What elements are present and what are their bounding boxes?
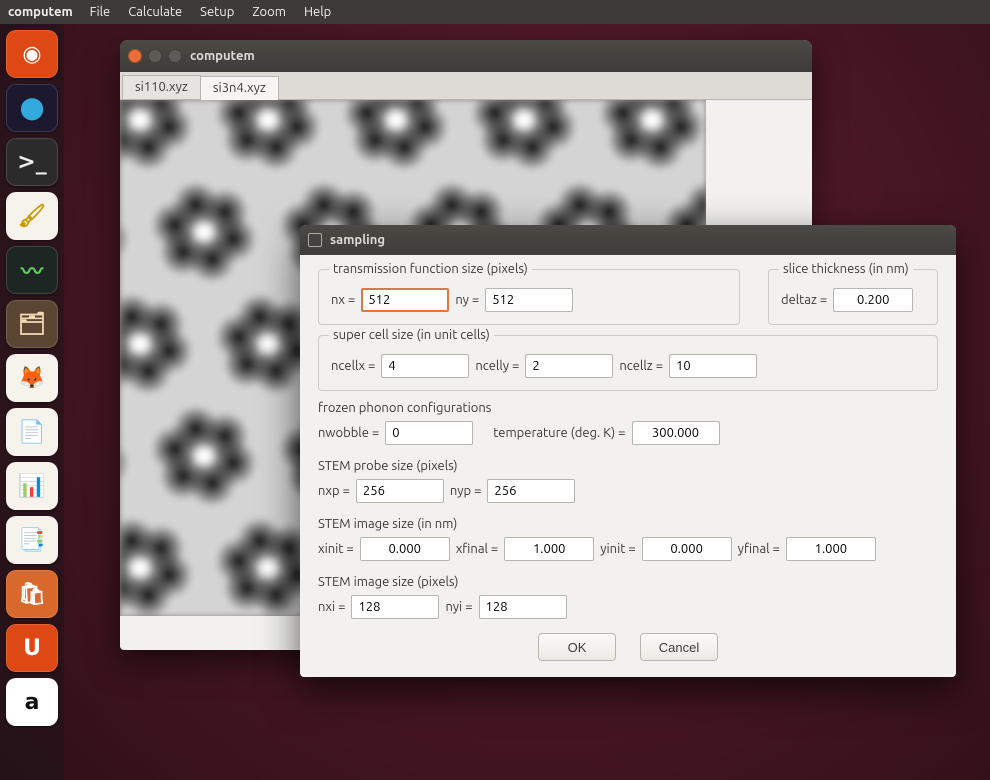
xinit-label: xinit = — [318, 542, 354, 556]
deltaz-input[interactable] — [833, 288, 913, 312]
menu-zoom[interactable]: Zoom — [243, 5, 295, 19]
cancel-button[interactable]: Cancel — [640, 633, 718, 661]
nxp-input[interactable] — [356, 479, 444, 503]
launcher-system-monitor[interactable]: 〰 — [6, 246, 58, 294]
launcher-dash[interactable]: ◉ — [6, 30, 58, 78]
menu-help[interactable]: Help — [295, 5, 340, 19]
nyp-label: nyp = — [450, 484, 482, 498]
ncellz-input[interactable] — [669, 354, 757, 378]
app-name: computem — [4, 5, 81, 19]
nwobble-input[interactable] — [385, 421, 473, 445]
computem-window-title: computem — [190, 49, 255, 63]
launcher-files[interactable]: 🗂 — [6, 300, 58, 348]
probe-heading: STEM probe size (pixels) — [318, 459, 938, 473]
tab-si3n4-xyz[interactable]: si3n4.xyz — [200, 76, 279, 100]
window-close-button[interactable] — [128, 49, 142, 63]
supercell-legend: super cell size (in unit cells) — [329, 328, 494, 342]
launcher-ubuntu-one[interactable]: U — [6, 624, 58, 672]
ncellz-label: ncellz = — [619, 359, 663, 373]
launcher-software-center[interactable]: 🛍 — [6, 570, 58, 618]
yfinal-input[interactable] — [786, 537, 876, 561]
nyi-label: nyi = — [445, 600, 472, 614]
ncellx-label: ncellx = — [331, 359, 375, 373]
ny-label: ny = — [455, 293, 479, 307]
window-maximize-button[interactable] — [168, 49, 182, 63]
slice-legend: slice thickness (in nm) — [779, 262, 913, 276]
tab-strip: si110.xyzsi3n4.xyz — [120, 72, 812, 100]
imgnm-heading: STEM image size (in nm) — [318, 517, 938, 531]
sampling-dialog-title: sampling — [330, 233, 385, 247]
menu-file[interactable]: File — [81, 5, 120, 19]
launcher-firefox[interactable]: 🦊 — [6, 354, 58, 402]
launcher-libreoffice-draw[interactable]: 🖌 — [6, 192, 58, 240]
deltaz-label: deltaz = — [781, 293, 827, 307]
nyi-input[interactable] — [479, 595, 567, 619]
phonon-heading: frozen phonon configurations — [318, 401, 938, 415]
xinit-input[interactable] — [360, 537, 450, 561]
transmission-legend: transmission function size (pixels) — [329, 262, 532, 276]
yfinal-label: yfinal = — [738, 542, 780, 556]
ncelly-label: ncelly = — [475, 359, 519, 373]
ny-input[interactable] — [485, 288, 573, 312]
unity-launcher: ◉ ⬤ >_ 🖌 〰 🗂 🦊 📄 📊 📑 🛍 Ua — [0, 24, 64, 780]
ok-button[interactable]: OK — [538, 633, 616, 661]
nx-label: nx = — [331, 293, 355, 307]
imgpx-heading: STEM image size (pixels) — [318, 575, 938, 589]
top-menubar: computem FileCalculateSetupZoomHelp — [0, 0, 990, 24]
ncellx-input[interactable] — [381, 354, 469, 378]
temperature-label: temperature (deg. K) = — [493, 426, 625, 440]
nwobble-label: nwobble = — [318, 426, 379, 440]
xfinal-label: xfinal = — [456, 542, 499, 556]
sampling-dialog: sampling transmission function size (pix… — [300, 225, 956, 677]
xfinal-input[interactable] — [504, 537, 594, 561]
tab-si110-xyz[interactable]: si110.xyz — [122, 75, 201, 99]
window-minimize-button[interactable] — [148, 49, 162, 63]
launcher-atom-viewer[interactable]: ⬤ — [6, 84, 58, 132]
ncelly-input[interactable] — [525, 354, 613, 378]
launcher-terminal[interactable]: >_ — [6, 138, 58, 186]
yinit-label: yinit = — [600, 542, 635, 556]
menu-setup[interactable]: Setup — [191, 5, 243, 19]
nxi-label: nxi = — [318, 600, 345, 614]
launcher-libreoffice-impress[interactable]: 📑 — [6, 516, 58, 564]
yinit-input[interactable] — [642, 537, 732, 561]
nxi-input[interactable] — [351, 595, 439, 619]
computem-titlebar: computem — [120, 40, 812, 72]
nx-input[interactable] — [361, 288, 449, 312]
launcher-amazon[interactable]: a — [6, 678, 58, 726]
launcher-libreoffice-calc[interactable]: 📊 — [6, 462, 58, 510]
menu-calculate[interactable]: Calculate — [119, 5, 191, 19]
nxp-label: nxp = — [318, 484, 350, 498]
dialog-icon — [308, 233, 322, 247]
sampling-titlebar: sampling — [300, 225, 956, 255]
nyp-input[interactable] — [487, 479, 575, 503]
launcher-libreoffice-writer[interactable]: 📄 — [6, 408, 58, 456]
temperature-input[interactable] — [632, 421, 720, 445]
